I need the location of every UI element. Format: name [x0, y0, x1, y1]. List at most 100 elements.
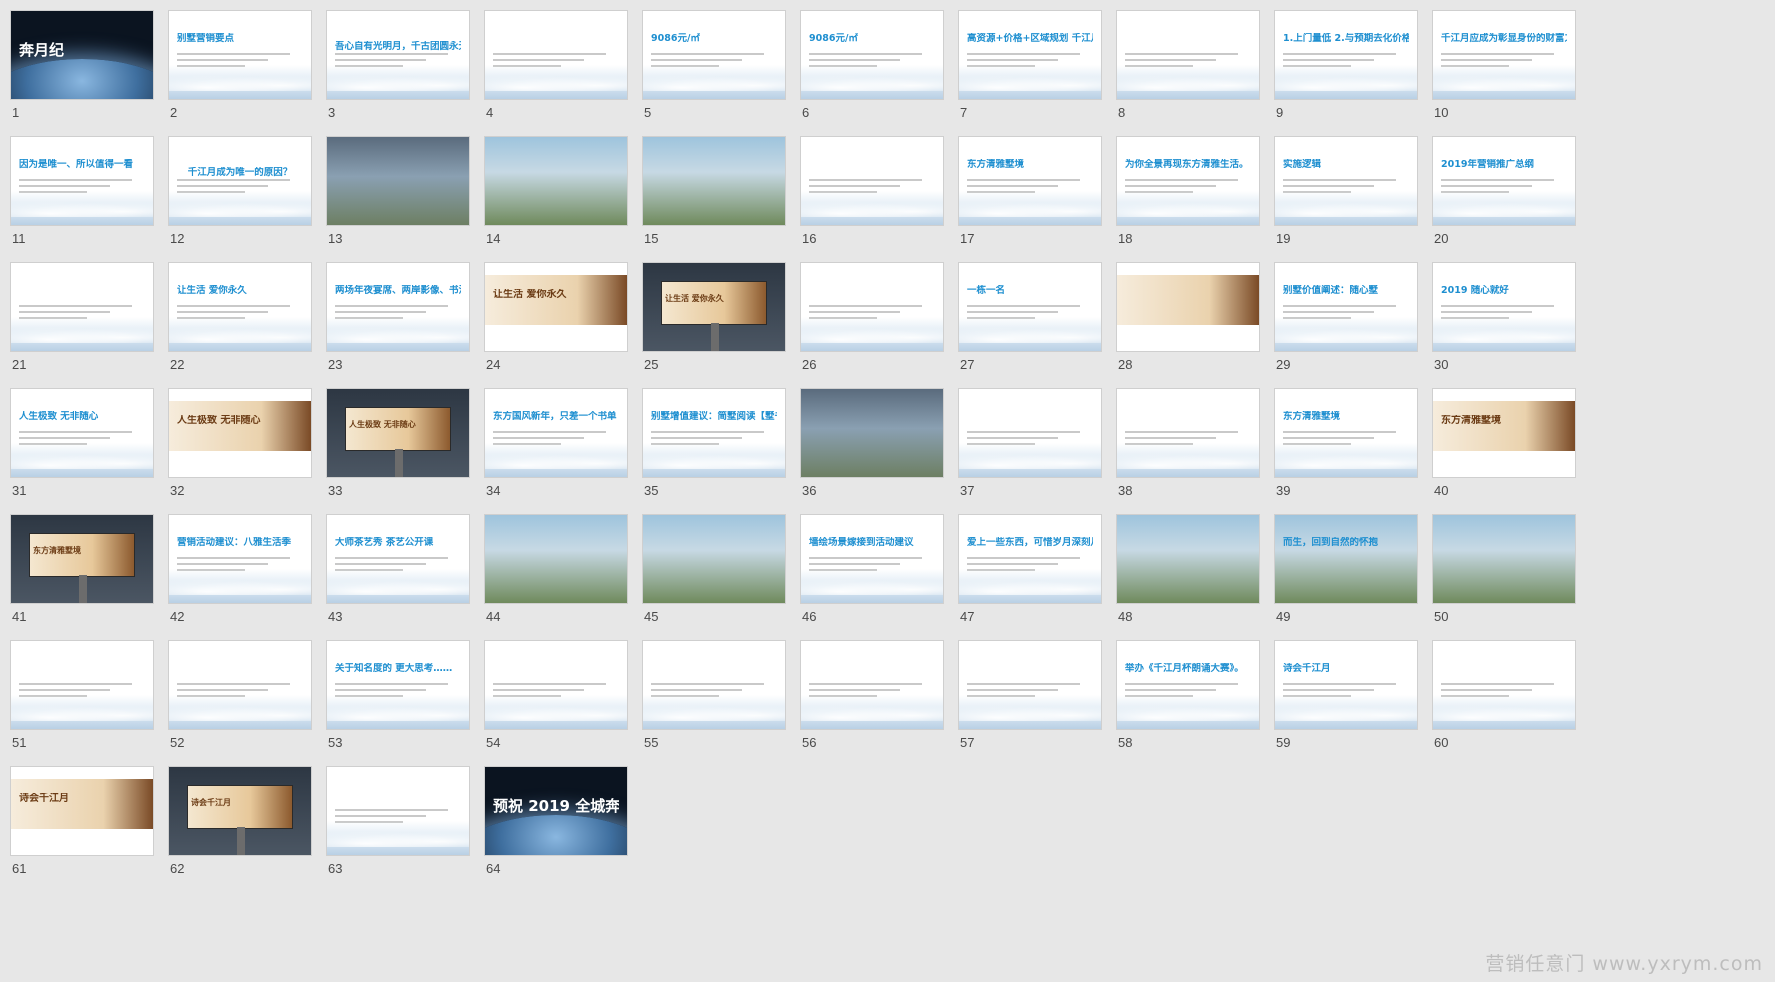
cloud-background — [959, 695, 1101, 729]
slide-thumbnail[interactable]: 26 — [800, 262, 946, 390]
slide-thumbnail[interactable]: 2019年营销推广总纲 20 — [1432, 136, 1578, 264]
slide-thumbnail[interactable]: 别墅增值建议：简墅阅读【墅书馆】 35 — [642, 388, 788, 516]
slide-thumbnail[interactable]: 1.上门量低 2.与预期去化价格 9 — [1274, 10, 1420, 138]
slide-thumbnail[interactable]: 营销活动建议：八雅生活季 42 — [168, 514, 314, 642]
slide-number: 62 — [170, 861, 185, 876]
slide-thumbnail[interactable]: 人生极致 无非随心 32 — [168, 388, 314, 516]
slide-preview: 一栋一名 — [958, 262, 1102, 352]
slide-thumbnail[interactable]: 一栋一名 27 — [958, 262, 1104, 390]
slide-thumbnail[interactable]: 让生活 爱你永久 25 — [642, 262, 788, 390]
slide-preview: 让生活 爱你永久 — [484, 262, 628, 352]
slide-thumbnail[interactable]: 吾心自有光明月，千古团圆永无缺。 3 — [326, 10, 472, 138]
slide-preview: 1.上门量低 2.与预期去化价格 — [1274, 10, 1418, 100]
slide-thumbnail[interactable]: 人生极致 无非随心 31 — [10, 388, 156, 516]
slide-preview — [484, 640, 628, 730]
slide-thumbnail[interactable]: 东方清雅墅境 41 — [10, 514, 156, 642]
slide-thumbnail[interactable]: 爱上一些东西，可惜岁月深刻月夜 47 — [958, 514, 1104, 642]
slide-thumbnail[interactable]: 为你全景再现东方清雅生活。 18 — [1116, 136, 1262, 264]
slide-title: 9086元/㎡ — [809, 33, 858, 44]
slide-thumbnail[interactable]: 预祝 2019 全城奔月 64 — [484, 766, 630, 894]
slide-thumbnail[interactable]: 因为是唯一、所以值得一看 11 — [10, 136, 156, 264]
slide-thumbnail[interactable]: 两场年夜宴席、两岸影像、书法家现场定制春联 23 — [326, 262, 472, 390]
slide-thumbnail[interactable]: 4 — [484, 10, 630, 138]
cloud-background — [169, 317, 311, 351]
slide-thumbnail[interactable]: 14 — [484, 136, 630, 264]
slide-number: 21 — [12, 357, 27, 372]
slide-thumbnail[interactable]: 奔月纪 1 — [10, 10, 156, 138]
slide-title: 因为是唯一、所以值得一看 — [19, 159, 134, 170]
slide-thumbnail[interactable]: 别墅营销要点 2 — [168, 10, 314, 138]
slide-title: 而生，回到自然的怀抱 — [1283, 537, 1379, 548]
slide-preview: 千江月应成为彰显身份的财富之选 — [1432, 10, 1576, 100]
slide-preview: 预祝 2019 全城奔月 — [484, 766, 628, 856]
slide-title: 东方清雅墅境 — [967, 159, 1025, 170]
slide-number: 50 — [1434, 609, 1449, 624]
slide-thumbnail[interactable]: 55 — [642, 640, 788, 768]
slide-thumbnail[interactable]: 54 — [484, 640, 630, 768]
slide-thumbnail[interactable]: 13 — [326, 136, 472, 264]
slide-sorter-grid: 奔月纪1别墅营销要点2吾心自有光明月，千古团圆永无缺。349086元/㎡5908… — [0, 0, 1775, 982]
slide-thumbnail[interactable]: 9086元/㎡ 5 — [642, 10, 788, 138]
slide-thumbnail[interactable]: 东方清雅墅境 40 — [1432, 388, 1578, 516]
slide-thumbnail[interactable]: 别墅价值阐述：随心墅 29 — [1274, 262, 1420, 390]
slide-thumbnail[interactable]: 让生活 爱你永久 22 — [168, 262, 314, 390]
slide-number: 64 — [486, 861, 501, 876]
slide-thumbnail[interactable]: 千江月成为唯一的原因？ 12 — [168, 136, 314, 264]
slide-thumbnail[interactable]: 诗会千江月 59 — [1274, 640, 1420, 768]
cloud-background — [1117, 191, 1259, 225]
slide-thumbnail[interactable]: 东方国风新年，只差一个书单 34 — [484, 388, 630, 516]
slide-thumbnail[interactable]: 63 — [326, 766, 472, 894]
slide-thumbnail[interactable]: 15 — [642, 136, 788, 264]
slide-preview: 东方清雅墅境 — [1274, 388, 1418, 478]
slide-thumbnail[interactable]: 28 — [1116, 262, 1262, 390]
cloud-background — [169, 569, 311, 603]
slide-thumbnail[interactable]: 实施逻辑 19 — [1274, 136, 1420, 264]
slide-thumbnail[interactable]: 墙绘场景嫁接到活动建议 46 — [800, 514, 946, 642]
slide-thumbnail[interactable]: 56 — [800, 640, 946, 768]
slide-thumbnail[interactable]: 2019 随心就好 30 — [1432, 262, 1578, 390]
slide-thumbnail[interactable]: 51 — [10, 640, 156, 768]
cloud-background — [1433, 695, 1575, 729]
cloud-background — [1275, 695, 1417, 729]
slide-preview — [326, 136, 470, 226]
slide-thumbnail[interactable]: 东方清雅墅境 39 — [1274, 388, 1420, 516]
slide-title: 诗会千江月 — [1283, 663, 1331, 674]
slide-thumbnail[interactable]: 21 — [10, 262, 156, 390]
slide-thumbnail[interactable]: 37 — [958, 388, 1104, 516]
slide-thumbnail[interactable]: 诗会千江月 62 — [168, 766, 314, 894]
slide-preview — [642, 136, 786, 226]
slide-title: 千江月应成为彰显身份的财富之选 — [1441, 33, 1567, 44]
slide-number: 45 — [644, 609, 659, 624]
slide-thumbnail[interactable]: 人生极致 无非随心 33 — [326, 388, 472, 516]
slide-thumbnail[interactable]: 45 — [642, 514, 788, 642]
slide-thumbnail[interactable]: 千江月应成为彰显身份的财富之选 10 — [1432, 10, 1578, 138]
slide-preview — [10, 640, 154, 730]
slide-thumbnail[interactable]: 57 — [958, 640, 1104, 768]
slide-thumbnail[interactable]: 而生，回到自然的怀抱 49 — [1274, 514, 1420, 642]
slide-thumbnail[interactable]: 关于知名度的 更大思考…… 53 — [326, 640, 472, 768]
slide-thumbnail[interactable]: 让生活 爱你永久 24 — [484, 262, 630, 390]
slide-preview: 为你全景再现东方清雅生活。 — [1116, 136, 1260, 226]
slide-thumbnail[interactable]: 50 — [1432, 514, 1578, 642]
slide-thumbnail[interactable]: 36 — [800, 388, 946, 516]
slide-thumbnail[interactable]: 60 — [1432, 640, 1578, 768]
slide-thumbnail[interactable]: 9086元/㎡ 6 — [800, 10, 946, 138]
slide-thumbnail[interactable]: 52 — [168, 640, 314, 768]
slide-thumbnail[interactable]: 38 — [1116, 388, 1262, 516]
slide-thumbnail[interactable]: 16 — [800, 136, 946, 264]
slide-number: 39 — [1276, 483, 1291, 498]
slide-number: 5 — [644, 105, 652, 120]
slide-thumbnail[interactable]: 大师茶艺秀 茶艺公开课 43 — [326, 514, 472, 642]
slide-thumbnail[interactable]: 8 — [1116, 10, 1262, 138]
cloud-background — [1117, 443, 1259, 477]
slide-thumbnail[interactable]: 48 — [1116, 514, 1262, 642]
slide-thumbnail[interactable]: 诗会千江月 61 — [10, 766, 156, 894]
slide-thumbnail[interactable]: 东方清雅墅境 17 — [958, 136, 1104, 264]
slide-thumbnail[interactable]: 44 — [484, 514, 630, 642]
slide-thumbnail[interactable]: 举办《千江月杯朗诵大赛》。 58 — [1116, 640, 1262, 768]
slide-thumbnail[interactable]: 高资源+价格+区域规划 千江月依旧是出路吗？ 7 — [958, 10, 1104, 138]
cloud-background — [801, 65, 943, 99]
slide-preview: 9086元/㎡ — [800, 10, 944, 100]
cloud-background — [959, 443, 1101, 477]
slide-number: 30 — [1434, 357, 1449, 372]
